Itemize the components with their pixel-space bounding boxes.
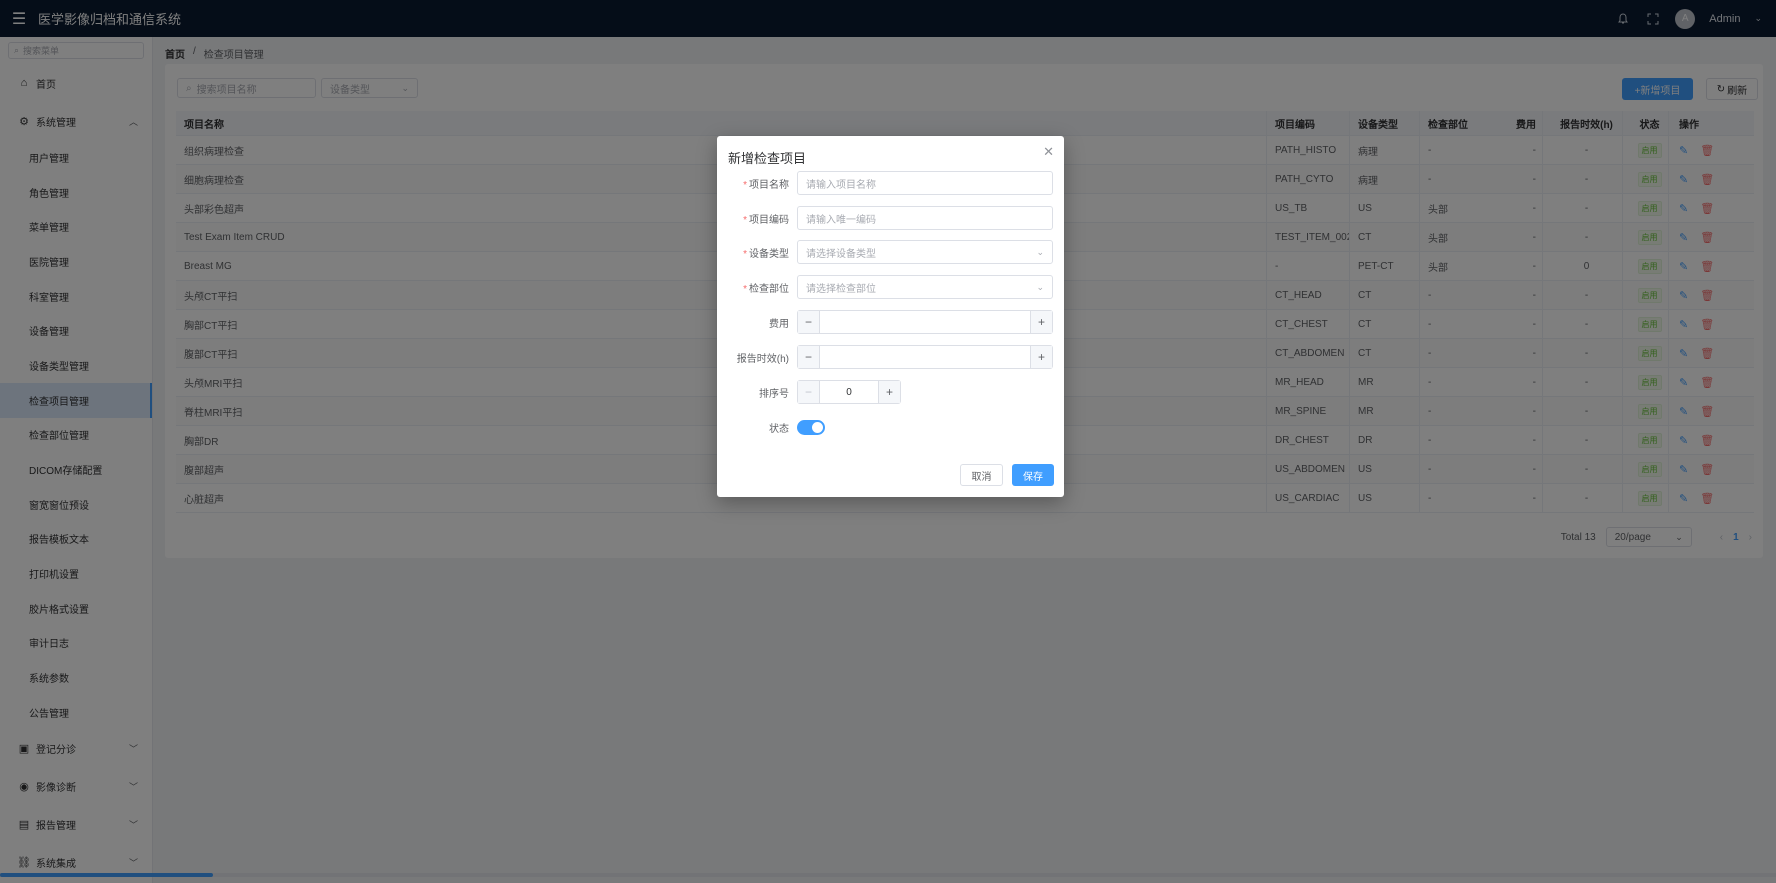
placeholder: 请选择设备类型 <box>806 248 876 260</box>
label-text: 项目名称 <box>749 179 789 191</box>
plus-icon[interactable]: + <box>878 381 900 403</box>
close-icon[interactable]: ✕ <box>1043 144 1054 160</box>
label-text: 设备类型 <box>749 248 789 260</box>
label-code: * 项目编码 <box>717 211 797 226</box>
dialog-title: 新增检查项目 <box>728 151 807 166</box>
cancel-button[interactable]: 取消 <box>960 464 1003 486</box>
minus-icon[interactable]: − <box>798 311 820 333</box>
form-row-modality: * 设备类型 请选择设备类型 ⌄ <box>717 240 1064 264</box>
label-part: * 检查部位 <box>717 280 797 295</box>
app-root: ☰ 医学影像归档和通信系统 A Admin ⌄ ⌕ 搜索菜单 ⌂ 首页 ⚙ 系统… <box>0 0 1776 883</box>
form-row-name: * 项目名称 请输入项目名称 <box>717 171 1064 195</box>
minus-icon[interactable]: − <box>798 381 820 403</box>
label-sort: 排序号 <box>717 385 797 400</box>
label-text: 检查部位 <box>749 283 789 295</box>
body-part-select[interactable]: 请选择检查部位 ⌄ <box>797 275 1053 299</box>
plus-icon[interactable]: + <box>1030 311 1052 333</box>
form-row-sort: 排序号 − 0 + <box>717 380 1064 404</box>
tat-stepper[interactable]: − + <box>797 345 1053 369</box>
save-button[interactable]: 保存 <box>1012 464 1054 486</box>
label-status: 状态 <box>717 420 797 435</box>
placeholder: 请选择检查部位 <box>806 283 876 295</box>
label-name: * 项目名称 <box>717 176 797 191</box>
label-tat: 报告时效(h) <box>717 350 797 365</box>
label-text: 报告时效(h) <box>736 353 789 365</box>
label-modality: * 设备类型 <box>717 245 797 260</box>
required-mark: * <box>743 248 747 260</box>
label-fee: 费用 <box>717 315 797 330</box>
minus-icon[interactable]: − <box>798 346 820 368</box>
label-text: 项目编码 <box>749 214 789 226</box>
item-name-input[interactable]: 请输入项目名称 <box>797 171 1053 195</box>
required-mark: * <box>743 214 747 226</box>
form-row-part: * 检查部位 请选择检查部位 ⌄ <box>717 275 1064 299</box>
label-text: 状态 <box>769 423 789 435</box>
required-mark: * <box>743 283 747 295</box>
form-row-status: 状态 <box>717 415 1064 439</box>
placeholder: 请输入唯一编码 <box>806 214 876 226</box>
add-exam-item-dialog: 新增检查项目 ✕ * 项目名称 请输入项目名称 * 项目编码 请输入唯一编码 * 设备… <box>717 136 1064 497</box>
item-code-input[interactable]: 请输入唯一编码 <box>797 206 1053 230</box>
label-text: 费用 <box>769 318 789 330</box>
form-row-code: * 项目编码 请输入唯一编码 <box>717 206 1064 230</box>
sort-stepper[interactable]: − 0 + <box>797 380 901 404</box>
modality-select[interactable]: 请选择设备类型 ⌄ <box>797 240 1053 264</box>
label-text: 排序号 <box>759 388 789 400</box>
plus-icon[interactable]: + <box>1030 346 1052 368</box>
fee-stepper[interactable]: − + <box>797 310 1053 334</box>
status-toggle[interactable] <box>797 419 825 435</box>
chevron-down-icon: ⌄ <box>1036 246 1044 257</box>
form-row-fee: 费用 − + <box>717 310 1064 334</box>
sort-value[interactable]: 0 <box>820 387 878 398</box>
required-mark: * <box>743 179 747 191</box>
chevron-down-icon: ⌄ <box>1036 281 1044 292</box>
placeholder: 请输入项目名称 <box>806 179 876 191</box>
form-row-tat: 报告时效(h) − + <box>717 345 1064 369</box>
